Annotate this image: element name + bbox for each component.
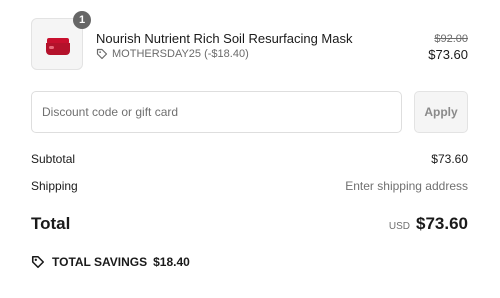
subtotal-value: $73.60 bbox=[431, 152, 468, 166]
total-label: Total bbox=[31, 214, 71, 233]
quantity-badge: 1 bbox=[73, 11, 91, 29]
total-savings: TOTAL SAVINGS $18.40 bbox=[31, 255, 190, 269]
total-savings-amount: $18.40 bbox=[153, 255, 190, 269]
total-savings-label: TOTAL SAVINGS bbox=[52, 255, 148, 269]
item-price: $73.60 bbox=[428, 47, 468, 62]
tag-icon bbox=[31, 255, 45, 269]
shipping-label: Shipping bbox=[31, 179, 78, 193]
total-currency: USD bbox=[388, 221, 410, 232]
product-jar-body bbox=[46, 43, 70, 55]
shipping-value: Enter shipping address bbox=[345, 179, 468, 193]
subtotal-row: Subtotal $73.60 bbox=[31, 152, 468, 166]
applied-discount: MOTHERSDAY25 (-$18.40) bbox=[96, 48, 249, 60]
discount-code-input[interactable] bbox=[31, 91, 402, 133]
total-value: $73.60 bbox=[416, 214, 468, 233]
total-row: Total USD $73.60 bbox=[31, 214, 468, 234]
shipping-row: Shipping Enter shipping address bbox=[31, 179, 468, 193]
subtotal-label: Subtotal bbox=[31, 152, 76, 166]
apply-button[interactable]: Apply bbox=[414, 91, 468, 133]
original-price: $92.00 bbox=[434, 33, 468, 45]
tag-icon bbox=[96, 48, 108, 60]
cart-line-item: 1 Nourish Nutrient Rich Soil Resurfacing… bbox=[31, 11, 468, 72]
discount-code-label: MOTHERSDAY25 (-$18.40) bbox=[112, 48, 249, 60]
product-name: Nourish Nutrient Rich Soil Resurfacing M… bbox=[96, 31, 353, 46]
product-jar-highlight bbox=[49, 46, 54, 49]
